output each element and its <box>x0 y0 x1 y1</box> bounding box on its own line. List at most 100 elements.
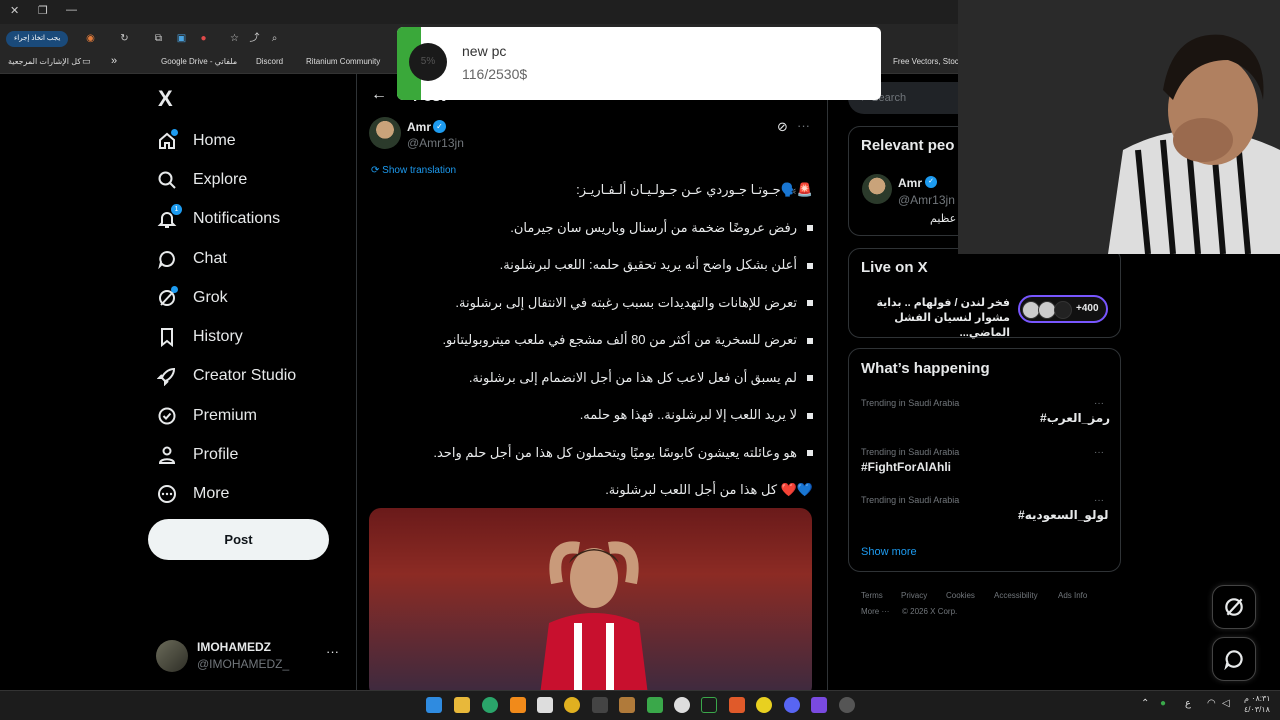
trend-meta: Trending in Saudi Arabia <box>861 398 960 408</box>
app-icon[interactable] <box>811 697 827 713</box>
nav-notifications[interactable]: 1 Notifications <box>156 204 280 234</box>
app-icon[interactable] <box>619 697 635 713</box>
nav-home[interactable]: Home <box>156 126 236 156</box>
bookmark-ritanium[interactable]: Ritanium Community <box>306 57 380 66</box>
trend-more-icon[interactable]: ··· <box>1094 398 1104 409</box>
footer-privacy[interactable]: Privacy <box>901 591 927 600</box>
footer-accessibility[interactable]: Accessibility <box>994 591 1038 600</box>
discord-icon[interactable] <box>784 697 800 713</box>
trend-name[interactable]: #لولو_السعوديه <box>1018 508 1109 522</box>
trend-meta: Trending in Saudi Arabia <box>861 495 960 505</box>
trend-more-icon[interactable]: ··· <box>1094 495 1104 506</box>
volume-icon[interactable]: ◁ <box>1222 698 1230 709</box>
trend-more-icon[interactable]: ··· <box>1094 447 1104 458</box>
nav-history[interactable]: History <box>156 322 243 352</box>
footer-more[interactable]: More ··· <box>861 607 889 616</box>
close-window-icon[interactable]: ✕ <box>10 4 19 17</box>
post-text: 🚨🗣️جـوتـا جـوردي عـن جـولـيـان ألـفـاريـ… <box>371 179 813 517</box>
refresh-icon[interactable]: ↻ <box>118 32 131 45</box>
input-language[interactable]: ع <box>1185 698 1191 709</box>
tray-expand-icon[interactable]: ⌃ <box>1141 698 1149 709</box>
x-logo-icon[interactable]: X <box>158 86 173 112</box>
nav-premium-label: Premium <box>193 407 258 424</box>
star-icon[interactable]: ☆ <box>228 32 241 45</box>
author-avatar[interactable] <box>369 117 401 149</box>
account-switcher[interactable]: IMOHAMEDZ @IMOHAMEDZ_ ··· <box>156 636 346 676</box>
profile-icon[interactable]: ◉ <box>84 32 97 45</box>
post-bullet-line: تعرض للسخرية من أكثر من 80 ألف مشجع في م… <box>371 329 813 367</box>
nav-more[interactable]: More <box>156 479 229 509</box>
mic-icon[interactable]: ● <box>1160 698 1166 709</box>
minimize-window-icon[interactable]: — <box>66 4 77 16</box>
wifi-icon[interactable]: ◠ <box>1207 698 1216 709</box>
bookmark-all[interactable]: كل الإشارات المرجعية <box>8 57 81 66</box>
nav-grok[interactable]: Grok <box>156 283 228 313</box>
post-more-button[interactable]: ··· <box>797 118 810 133</box>
relevant-person-name[interactable]: Amr <box>898 176 922 190</box>
nav-premium[interactable]: Premium <box>156 401 257 431</box>
chat-float-button[interactable] <box>1212 637 1256 681</box>
post-image[interactable] <box>369 508 812 690</box>
back-arrow-icon[interactable]: ← <box>371 86 387 104</box>
avatar <box>1054 301 1072 319</box>
post-bullet-line: رفض عروضًا ضخمة من أرسنال وباريس سان جير… <box>371 217 813 255</box>
footer-cookies[interactable]: Cookies <box>946 591 975 600</box>
bookmark-discord[interactable]: Discord <box>256 57 283 66</box>
footer-terms[interactable]: Terms <box>861 591 883 600</box>
chrome-icon[interactable] <box>564 697 580 713</box>
nav-history-label: History <box>193 328 243 345</box>
trend-name[interactable]: #رمز_العرب <box>1040 411 1110 425</box>
verified-icon: ✓ <box>433 120 446 133</box>
more-dots-icon: ··· <box>326 644 339 659</box>
footer-ads-info[interactable]: Ads Info <box>1058 591 1087 600</box>
start-icon[interactable] <box>426 697 442 713</box>
folder-icon: ▭ <box>82 56 91 66</box>
restore-window-icon[interactable]: ❐ <box>38 4 48 17</box>
illustrator-icon[interactable] <box>510 697 526 713</box>
show-translation-link[interactable]: ⟳ Show translation <box>371 165 456 176</box>
store-icon[interactable] <box>537 697 553 713</box>
post-bullet-line: لا يريد اللعب إلا لبرشلونة.. فهذا هو حلم… <box>371 404 813 442</box>
app-icon[interactable] <box>839 697 855 713</box>
avatar[interactable] <box>862 174 892 204</box>
share-icon[interactable]: ⤴ <box>248 32 261 45</box>
extension-icon[interactable]: ● <box>197 32 210 45</box>
author-name[interactable]: Amr <box>407 120 431 134</box>
live-space-title[interactable]: فخر لندن / فولهام .. بداية مشوار لنسيان … <box>860 296 1010 341</box>
trend-name[interactable]: #FightForAlAhli <box>861 460 951 474</box>
app-icon[interactable] <box>756 697 772 713</box>
nav-explore[interactable]: Explore <box>156 165 247 195</box>
notification-dot <box>171 129 178 136</box>
bookmark-google-drive[interactable]: Google Drive - ملفاتي <box>161 57 237 66</box>
author-handle[interactable]: @Amr13jn <box>407 136 464 150</box>
post-bullet-line: هو وعائلته يعيشون كابوسًا يوميًا ويتحملو… <box>371 442 813 480</box>
grok-icon[interactable]: ⊘ <box>777 119 788 135</box>
action-required-button[interactable]: يجب اتخاذ إجراء <box>6 31 69 47</box>
verified-badge-icon <box>156 405 178 427</box>
extension-icon[interactable]: ⧉ <box>152 32 165 45</box>
app-icon[interactable] <box>674 697 690 713</box>
nav-chat[interactable]: Chat <box>156 244 227 274</box>
clock-time[interactable]: ٠٨:٣١ م <box>1244 694 1271 703</box>
bullet-icon <box>807 450 813 457</box>
nav-creator-studio[interactable]: Creator Studio <box>156 361 296 391</box>
app-icon[interactable] <box>592 697 608 713</box>
zoom-icon[interactable]: ⌕ <box>268 32 281 45</box>
app-icon[interactable] <box>647 697 663 713</box>
app-icon[interactable] <box>701 697 717 713</box>
nav-profile[interactable]: Profile <box>156 440 238 470</box>
edge-icon[interactable] <box>482 697 498 713</box>
relevant-people-title: Relevant peo <box>861 137 955 154</box>
extension-icon[interactable]: ▣ <box>175 32 188 45</box>
post-button[interactable]: Post <box>148 519 329 560</box>
toast-title: new pc <box>462 43 507 59</box>
relevant-person-handle[interactable]: @Amr13jn <box>898 193 955 207</box>
chat-bubble-icon <box>1224 650 1243 670</box>
chevrons-icon[interactable]: » <box>111 55 117 67</box>
clock-date[interactable]: ٤/٠٣/١٨ <box>1244 705 1270 714</box>
show-more-link[interactable]: Show more <box>861 546 917 558</box>
grok-float-button[interactable] <box>1212 585 1256 629</box>
folder-icon[interactable] <box>454 697 470 713</box>
grok-icon <box>1225 598 1243 616</box>
brave-icon[interactable] <box>729 697 745 713</box>
